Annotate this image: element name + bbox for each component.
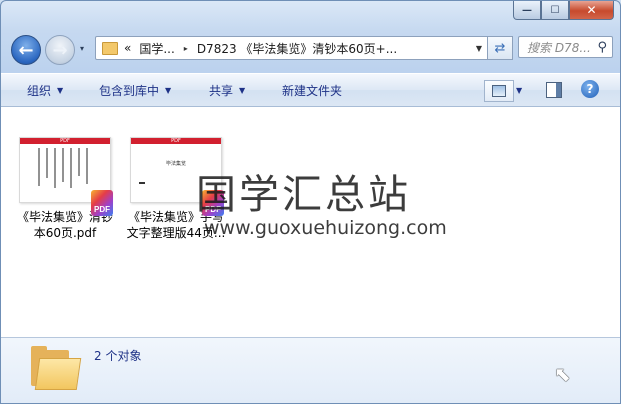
thumbnail-header: PDF — [131, 138, 221, 144]
breadcrumb-separator-icon[interactable]: ▸ — [184, 44, 188, 53]
file-item[interactable]: PDF PDF 《毕法集览》清钞 本60页.pdf — [12, 137, 118, 241]
chevron-down-icon: ▼ — [165, 85, 172, 95]
calligraphy-preview — [34, 148, 100, 194]
search-icon[interactable]: ⚲ — [597, 40, 607, 55]
refresh-button[interactable]: ⇄ — [487, 36, 513, 60]
navigation-bar: ← → ▾ « 国学... ▸ D7823 《毕法集览》清钞本60页+... ▼… — [9, 33, 613, 65]
address-dropdown-icon[interactable]: ▼ — [476, 44, 482, 53]
folder-icon — [102, 41, 118, 55]
preview-pane-button[interactable] — [546, 82, 562, 98]
share-menu[interactable]: 共享 ▼ — [209, 74, 245, 106]
breadcrumb-root[interactable]: 国学... — [139, 40, 174, 57]
recent-pages-dropdown-icon[interactable]: ▾ — [80, 44, 84, 53]
pdf-icon: PDF — [91, 190, 113, 216]
breadcrumb-current[interactable]: D7823 《毕法集览》清钞本60页+... — [197, 40, 397, 57]
pdf-thumbnail: PDF PDF — [19, 137, 113, 216]
organize-label: 组织 — [27, 83, 52, 98]
address-bar[interactable]: « 国学... ▸ D7823 《毕法集览》清钞本60页+... ▼ — [95, 36, 489, 60]
file-list[interactable]: PDF PDF 《毕法集览》清钞 本60页.pdf PDF 毕法集览 PDF 《… — [1, 107, 620, 337]
chevron-down-icon: ▼ — [57, 85, 64, 95]
organize-menu[interactable]: 组织 ▼ — [27, 74, 63, 106]
change-view-button[interactable] — [484, 80, 514, 102]
mouse-cursor-icon: ⬉ — [554, 362, 571, 386]
command-bar: 组织 ▼ 包含到库中 ▼ 共享 ▼ 新建文件夹 ▼ ? — [1, 73, 620, 107]
thumbnail-header: PDF — [20, 138, 110, 144]
watermark-url: www.guoxuehuizong.com — [204, 217, 447, 239]
watermark-title: 国学汇总站 — [196, 172, 411, 218]
include-in-library-label: 包含到库中 — [99, 83, 160, 98]
search-input[interactable]: 搜索 D78... ⚲ — [518, 36, 613, 58]
item-count: 2 个对象 — [94, 349, 142, 363]
new-folder-label: 新建文件夹 — [282, 83, 343, 98]
search-placeholder: 搜索 D78... — [527, 40, 591, 55]
caption-buttons: — ☐ ✕ — [513, 1, 614, 20]
thumbnail-mark — [139, 182, 145, 184]
folder-icon — [31, 346, 82, 390]
address-overflow[interactable]: « — [124, 41, 131, 55]
share-label: 共享 — [209, 83, 234, 98]
help-button[interactable]: ? — [581, 80, 599, 98]
back-button[interactable]: ← — [11, 35, 41, 65]
new-folder-button[interactable]: 新建文件夹 — [282, 74, 342, 106]
close-button[interactable]: ✕ — [569, 1, 614, 20]
chevron-down-icon: ▼ — [239, 85, 246, 95]
explorer-window: — ☐ ✕ ← → ▾ « 国学... ▸ D7823 《毕法集览》清钞本60页… — [0, 0, 621, 404]
details-pane: 2 个对象 ⬉ — [1, 337, 620, 403]
include-in-library-menu[interactable]: 包含到库中 ▼ — [99, 74, 171, 106]
minimize-button[interactable]: — — [513, 1, 541, 20]
forward-button[interactable]: → — [45, 35, 75, 65]
view-options-dropdown-icon[interactable]: ▼ — [516, 86, 522, 95]
view-icon — [492, 85, 506, 97]
maximize-button[interactable]: ☐ — [541, 1, 569, 20]
